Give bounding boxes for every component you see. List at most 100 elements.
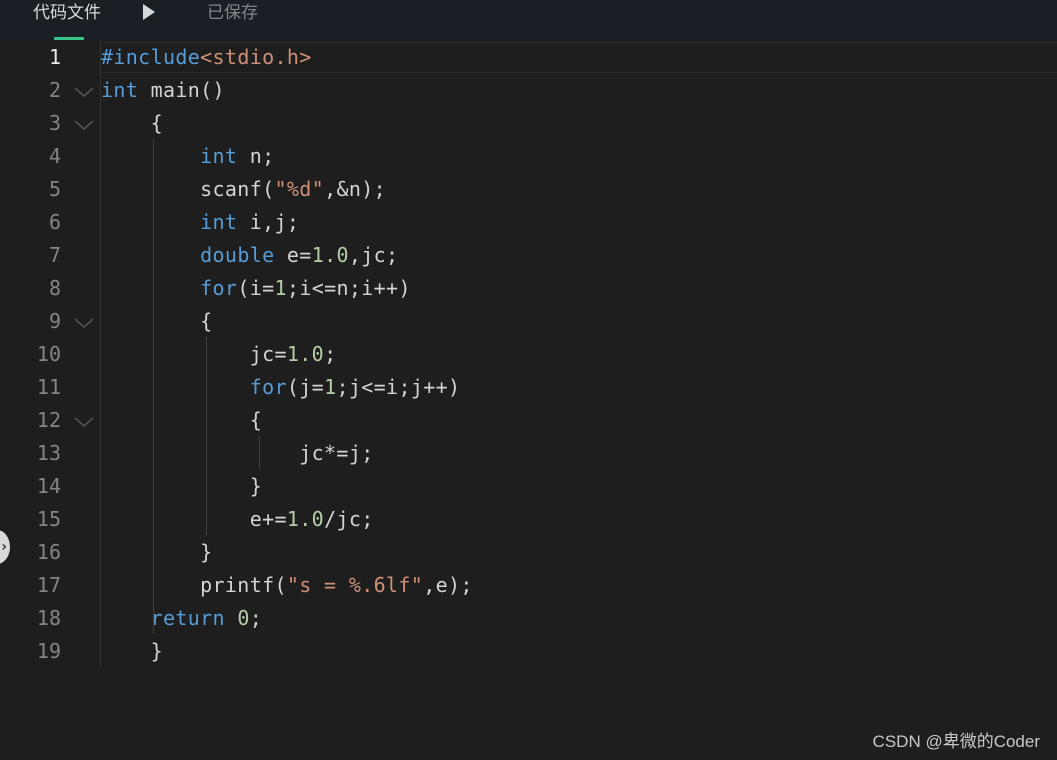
fold-chevron-icon[interactable] — [74, 416, 94, 428]
code-token: ;i<=n;i++) — [286, 276, 411, 300]
code-text: { — [101, 404, 262, 437]
tab-code-file[interactable]: 代码文件 — [33, 1, 101, 25]
code-line[interactable]: 2 int main() — [0, 74, 1057, 107]
code-text: { — [101, 107, 163, 140]
code-token: "%d" — [274, 177, 325, 201]
code-token: (j= — [286, 375, 325, 399]
code-text: int i,j; — [101, 206, 299, 239]
code-token: e+= — [101, 507, 287, 531]
code-token: 1 — [274, 276, 287, 300]
code-text: } — [101, 635, 163, 668]
code-line[interactable]: 9 { — [0, 305, 1057, 338]
code-text: double e=1.0,jc; — [101, 239, 398, 272]
code-token: n; — [237, 144, 275, 168]
code-token: for — [200, 276, 238, 300]
code-text: return 0; — [101, 602, 262, 635]
code-token: main() — [138, 78, 225, 102]
line-number: 4 — [48, 144, 61, 168]
code-text: jc=1.0; — [101, 338, 336, 371]
fold-chevron-icon[interactable] — [74, 86, 94, 98]
line-number: 12 — [36, 408, 61, 432]
code-line[interactable]: 8 for(i=1;i<=n;i++) — [0, 272, 1057, 305]
line-number: 11 — [36, 375, 61, 399]
code-line[interactable]: 19 } — [0, 635, 1057, 668]
fold-chevron-icon[interactable] — [74, 317, 94, 329]
code-token: { — [101, 408, 263, 432]
code-token: return — [150, 606, 225, 630]
code-token: ,e); — [423, 573, 473, 597]
code-text: int n; — [101, 140, 275, 173]
code-token: ; — [249, 606, 263, 630]
code-line[interactable]: 15 e+=1.0/jc; — [0, 503, 1057, 536]
code-token: { — [101, 309, 213, 333]
code-token: double — [200, 243, 275, 267]
code-text: e+=1.0/jc; — [101, 503, 374, 536]
code-line[interactable]: 14 } — [0, 470, 1057, 503]
code-line[interactable]: 12 { — [0, 404, 1057, 437]
code-text: scanf("%d",&n); — [101, 173, 386, 206]
code-line[interactable]: 10 jc=1.0; — [0, 338, 1057, 371]
code-token: printf( — [101, 573, 287, 597]
code-line[interactable]: 11 for(j=1;j<=i;j++) — [0, 371, 1057, 404]
code-token: 0 — [237, 606, 250, 630]
code-token: (i= — [237, 276, 275, 300]
code-token: int — [200, 144, 238, 168]
code-line[interactable]: 16 } — [0, 536, 1057, 569]
code-line[interactable]: 17 printf("s = %.6lf",e); — [0, 569, 1057, 602]
code-line[interactable]: 13 jc*=j; — [0, 437, 1057, 470]
code-token: ,&n); — [324, 177, 387, 201]
line-number: 10 — [36, 342, 61, 366]
code-text: for(j=1;j<=i;j++) — [101, 371, 460, 404]
line-number: 19 — [36, 639, 61, 663]
code-token: 1.0 — [286, 342, 325, 366]
code-token: scanf( — [101, 177, 275, 201]
code-token: for — [249, 375, 287, 399]
code-line[interactable]: 18 return 0; — [0, 602, 1057, 635]
line-number: 17 — [36, 573, 61, 597]
code-token: i,j; — [237, 210, 300, 234]
code-line[interactable]: 1 #include<stdio.h> — [0, 41, 1057, 74]
code-token: #include — [101, 45, 201, 69]
code-line[interactable]: 5 scanf("%d",&n); — [0, 173, 1057, 206]
code-token: ; — [324, 342, 337, 366]
code-text: int main() — [101, 74, 225, 107]
fold-chevron-icon[interactable] — [74, 119, 94, 131]
line-number: 1 — [48, 45, 61, 69]
code-token: /jc; — [324, 507, 374, 531]
line-number: 6 — [48, 210, 61, 234]
code-line[interactable]: 6 int i,j; — [0, 206, 1057, 239]
code-line[interactable]: 7 double e=1.0,jc; — [0, 239, 1057, 272]
line-number: 15 — [36, 507, 61, 531]
editor-header: 代码文件 已保存 — [0, 0, 1057, 40]
save-status: 已保存 — [207, 3, 258, 23]
code-text: } — [101, 536, 213, 569]
code-token: e= — [274, 243, 312, 267]
run-button[interactable] — [139, 2, 159, 22]
code-token: 1 — [324, 375, 337, 399]
line-number: 5 — [48, 177, 61, 201]
code-line[interactable]: 3 { — [0, 107, 1057, 140]
code-text: jc*=j; — [101, 437, 374, 470]
play-icon — [143, 4, 155, 20]
code-editor[interactable]: 1 #include<stdio.h> 2 int main() 3 {4 int n;… — [0, 40, 1057, 760]
code-token: 1.0 — [286, 507, 325, 531]
code-token: 1.0 — [311, 243, 349, 267]
code-line[interactable]: 4 int n; — [0, 140, 1057, 173]
line-number: 7 — [48, 243, 61, 267]
code-text: } — [101, 470, 262, 503]
code-token: } — [101, 639, 163, 663]
code-token: int — [101, 78, 139, 102]
code-token: } — [101, 540, 213, 564]
code-token: <stdio.h> — [200, 45, 312, 69]
code-token: ,jc; — [348, 243, 399, 267]
line-number: 13 — [36, 441, 61, 465]
code-text: { — [101, 305, 213, 338]
line-number: 8 — [48, 276, 61, 300]
code-token: ;j<=i;j++) — [336, 375, 461, 399]
code-text: #include<stdio.h> — [101, 41, 312, 74]
code-token: jc= — [101, 342, 287, 366]
